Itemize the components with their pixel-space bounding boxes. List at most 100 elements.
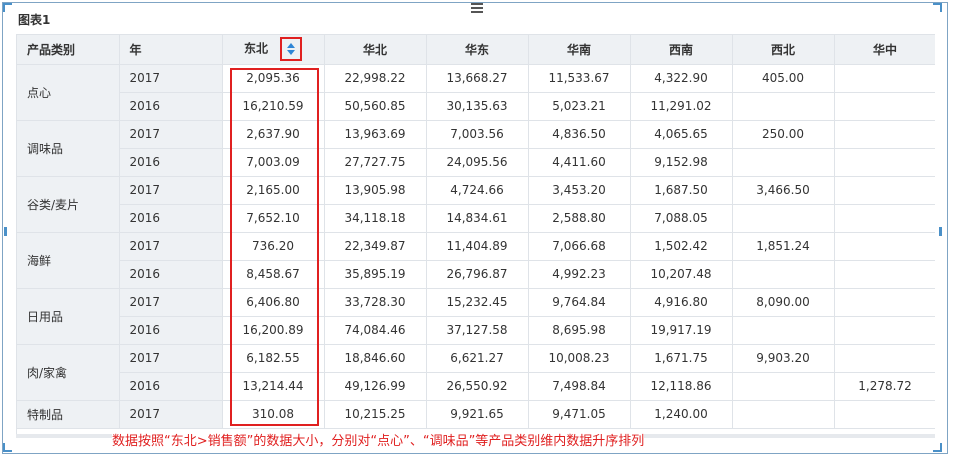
value-cell: 30,135.63 (426, 92, 529, 121)
value-cell: 4,836.50 (528, 120, 631, 149)
value-cell: 6,182.55 (222, 344, 325, 373)
column-header[interactable]: 西北 (732, 35, 835, 65)
value-cell (834, 148, 935, 177)
category-cell: 调味品 (17, 120, 120, 177)
column-header[interactable]: 华南 (528, 35, 631, 65)
value-cell: 9,903.20 (732, 344, 835, 373)
value-cell: 9,152.98 (630, 148, 733, 177)
value-cell: 310.08 (222, 400, 325, 429)
value-cell: 10,008.23 (528, 344, 631, 373)
value-cell: 7,003.56 (426, 120, 529, 149)
drag-handle-icon[interactable] (471, 3, 483, 13)
column-header[interactable]: 华北 (324, 35, 427, 65)
table-row: 调味品 2017 2,637.90 13,963.69 7,003.56 4,836.50… (17, 120, 935, 177)
category-cell: 特制品 (17, 400, 120, 429)
sort-toggle-icon[interactable] (280, 37, 302, 62)
category-cell: 肉/家禽 (17, 344, 120, 401)
value-cell (834, 316, 935, 345)
table-row: 2016 16,210.59 50,560.85 30,135.63 5,023.21 1… (17, 92, 935, 121)
annotation-caption: 数据按照“东北>销售额”的数据大小，分别对“点心”、“调味品”等产品类别维内数据… (112, 430, 645, 449)
resize-corner-top-left[interactable] (3, 3, 12, 12)
table-row: 肉/家禽 2017 6,182.55 18,846.60 6,621.27 10,008.… (17, 344, 935, 401)
value-cell (732, 400, 835, 429)
value-cell: 16,210.59 (222, 92, 325, 121)
value-cell: 405.00 (732, 64, 835, 93)
table-body: 点心 2017 2,095.36 22,998.22 13,668.27 11,533.6… (17, 64, 935, 429)
value-cell: 3,466.50 (732, 176, 835, 205)
resize-handle-right[interactable] (939, 227, 942, 236)
value-cell: 27,727.75 (324, 148, 427, 177)
table-row: 海鲜 2017 736.20 22,349.87 11,404.89 7,066.68 1,… (17, 232, 935, 289)
column-header[interactable]: 东北 (222, 35, 325, 65)
value-cell: 22,349.87 (324, 232, 427, 261)
year-cell: 2016 (119, 204, 223, 233)
value-cell: 7,003.09 (222, 148, 325, 177)
column-header-label: 西南 (668, 42, 693, 57)
value-cell: 35,895.19 (324, 260, 427, 289)
value-cell: 18,846.60 (324, 344, 427, 373)
sort-descending-icon (287, 50, 295, 56)
table-row: 日用品 2017 6,406.80 33,728.30 15,232.45 9,764.8… (17, 288, 935, 345)
column-header[interactable]: 华中 (834, 35, 935, 65)
resize-corner-top-right[interactable] (933, 3, 942, 12)
column-header[interactable]: 华东 (426, 35, 529, 65)
year-cell: 2017 (119, 344, 223, 373)
table-row: 2016 16,200.89 74,084.46 37,127.58 8,695.98 1… (17, 316, 935, 345)
value-cell: 1,502.42 (630, 232, 733, 261)
value-cell: 7,088.05 (630, 204, 733, 233)
resize-corner-bottom-left[interactable] (3, 443, 12, 452)
value-cell: 11,404.89 (426, 232, 529, 261)
sort-ascending-icon (287, 43, 295, 49)
value-cell (732, 92, 835, 121)
resize-corner-bottom-right[interactable] (933, 443, 942, 452)
year-cell: 2017 (119, 400, 223, 429)
value-cell: 19,917.19 (630, 316, 733, 345)
value-cell: 7,498.84 (528, 372, 631, 401)
year-cell: 2016 (119, 92, 223, 121)
column-header-label: 东北 (243, 41, 268, 56)
column-header[interactable]: 西南 (630, 35, 733, 65)
value-cell (834, 92, 935, 121)
value-cell (834, 120, 935, 149)
value-cell (834, 176, 935, 205)
value-cell: 7,066.68 (528, 232, 631, 261)
column-header[interactable]: 年 (119, 35, 223, 65)
value-cell: 13,905.98 (324, 176, 427, 205)
value-cell: 2,637.90 (222, 120, 325, 149)
column-header[interactable]: 产品类别 (17, 35, 120, 65)
value-cell: 4,916.80 (630, 288, 733, 317)
value-cell: 5,023.21 (528, 92, 631, 121)
value-cell: 24,095.56 (426, 148, 529, 177)
value-cell (732, 316, 835, 345)
value-cell: 1,851.24 (732, 232, 835, 261)
column-header-label: 华北 (362, 42, 387, 57)
value-cell: 6,621.27 (426, 344, 529, 373)
category-cell: 海鲜 (17, 232, 120, 289)
table-row: 2016 7,652.10 34,118.18 14,834.61 2,588.80 7,… (17, 204, 935, 233)
value-cell: 7,652.10 (222, 204, 325, 233)
value-cell (732, 204, 835, 233)
value-cell: 736.20 (222, 232, 325, 261)
value-cell: 14,834.61 (426, 204, 529, 233)
year-cell: 2016 (119, 316, 223, 345)
column-header-label: 年 (129, 42, 142, 57)
value-cell: 8,090.00 (732, 288, 835, 317)
value-cell: 6,406.80 (222, 288, 325, 317)
year-cell: 2016 (119, 372, 223, 401)
value-cell: 50,560.85 (324, 92, 427, 121)
value-cell: 34,118.18 (324, 204, 427, 233)
value-cell: 13,668.27 (426, 64, 529, 93)
table-row: 谷类/麦片 2017 2,165.00 13,905.98 4,724.66 3,453.… (17, 176, 935, 233)
value-cell: 49,126.99 (324, 372, 427, 401)
widget-title: 图表1 (18, 13, 51, 27)
resize-handle-left[interactable] (4, 227, 7, 236)
value-cell: 16,200.89 (222, 316, 325, 345)
year-cell: 2017 (119, 232, 223, 261)
value-cell (834, 260, 935, 289)
value-cell (834, 64, 935, 93)
value-cell: 4,992.23 (528, 260, 631, 289)
table-row: 点心 2017 2,095.36 22,998.22 13,668.27 11,533.6… (17, 64, 935, 121)
value-cell: 9,471.05 (528, 400, 631, 429)
value-cell: 2,588.80 (528, 204, 631, 233)
category-cell: 日用品 (17, 288, 120, 345)
